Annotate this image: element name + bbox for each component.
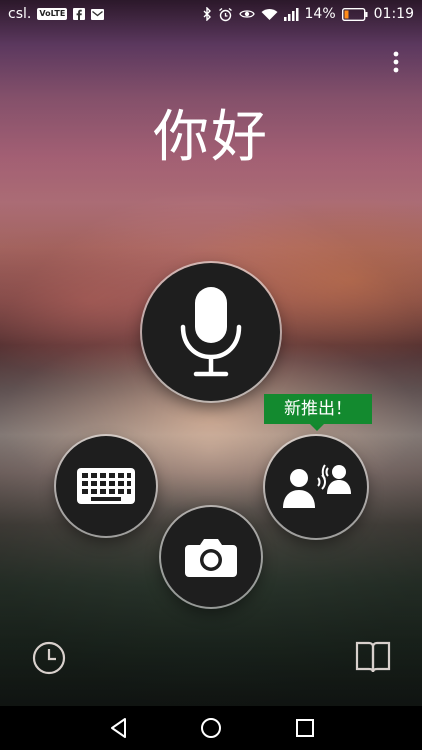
wifi-icon (261, 8, 278, 20)
battery-percent: 14% (304, 6, 336, 22)
conversation-button[interactable] (265, 436, 367, 538)
greeting-text: 你好 (153, 105, 269, 170)
camera-icon (185, 539, 237, 577)
battery-icon (341, 7, 368, 21)
eye-icon (238, 10, 255, 18)
microphone-icon (180, 287, 242, 377)
recents-icon[interactable] (293, 716, 317, 740)
keyboard-icon (77, 468, 135, 504)
status-right: 14% 01:19 (203, 6, 414, 22)
camera-button[interactable] (161, 507, 261, 607)
volte-icon: VoLTE (37, 8, 68, 20)
tooltip-arrow (310, 424, 324, 431)
more-options-icon[interactable] (388, 50, 404, 74)
signal-icon (283, 7, 299, 21)
system-navigation-bar (0, 706, 422, 750)
bluetooth-icon (203, 7, 211, 21)
history-clock-icon[interactable] (31, 640, 67, 676)
status-left: csl. VoLTE (8, 6, 105, 22)
facebook-icon (73, 8, 86, 20)
home-icon[interactable] (199, 716, 223, 740)
microphone-button[interactable] (142, 263, 280, 401)
status-bar: csl. VoLTE 14% 01:19 (0, 0, 422, 30)
alarm-icon (218, 7, 232, 21)
keyboard-button[interactable] (56, 436, 156, 536)
conversation-icon (283, 464, 351, 508)
new-feature-tooltip: 新推出！ (264, 394, 372, 424)
back-icon[interactable] (107, 716, 131, 740)
phrasebook-icon[interactable] (355, 640, 391, 674)
carrier-label: csl. (8, 6, 32, 22)
gmail-icon (91, 8, 105, 20)
clock-time: 01:19 (373, 6, 414, 22)
